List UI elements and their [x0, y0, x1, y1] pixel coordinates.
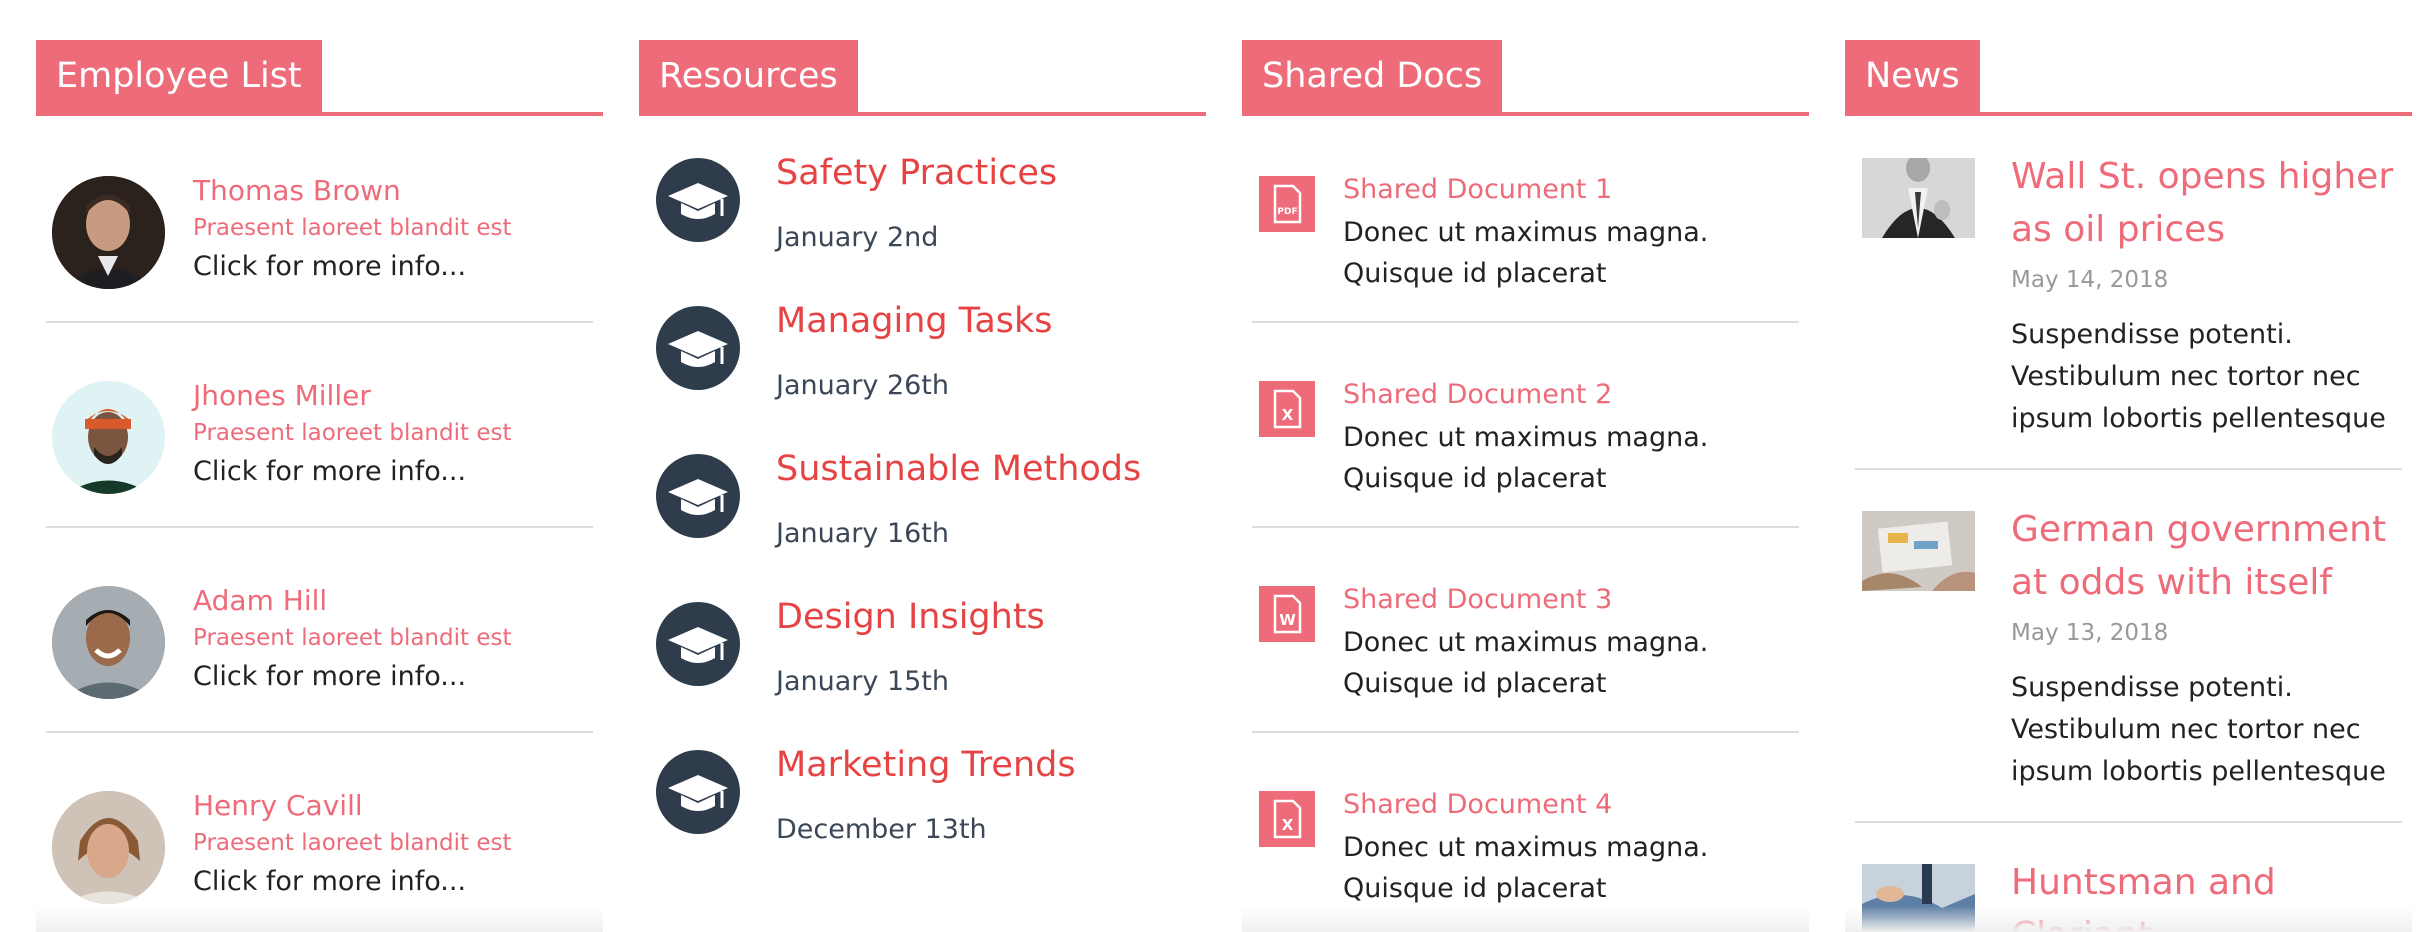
- panel-header: News: [1845, 40, 2412, 116]
- panel-header: Employee List: [36, 40, 603, 116]
- employee-subtitle: Praesent laoreet blandit est: [193, 830, 512, 856]
- employee-subtitle: Praesent laoreet blandit est: [193, 215, 512, 241]
- word-file-icon: W: [1259, 586, 1315, 642]
- avatar[interactable]: [52, 791, 165, 904]
- document-description: Donec ut maximus magna. Quisque id place…: [1343, 832, 1709, 904]
- resource-title[interactable]: Marketing Trends: [776, 745, 1076, 785]
- divider: [46, 321, 593, 323]
- news-panel: News Wall St. opens higher as oil prices…: [1845, 0, 2412, 932]
- avatar[interactable]: [52, 586, 165, 699]
- svg-text:X: X: [1282, 406, 1294, 424]
- resource-title[interactable]: Managing Tasks: [776, 301, 1053, 341]
- panel-title: Resources: [639, 40, 858, 112]
- employee-subtitle: Praesent laoreet blandit est: [193, 625, 512, 651]
- employee-name[interactable]: Henry Cavill: [193, 789, 363, 822]
- excel-file-icon: X: [1259, 381, 1315, 437]
- divider: [1252, 526, 1799, 528]
- document-title[interactable]: Shared Document 2: [1343, 379, 1612, 410]
- panel-title: News: [1845, 40, 1980, 112]
- resource-date: January 26th: [776, 370, 949, 401]
- news-title[interactable]: Wall St. opens higher as oil prices: [2011, 150, 2411, 256]
- resource-date: January 2nd: [776, 222, 939, 253]
- divider: [1252, 321, 1799, 323]
- svg-text:W: W: [1279, 611, 1296, 629]
- resources-panel: Resources Safety Practices January 2nd M…: [639, 0, 1206, 932]
- resource-date: January 16th: [776, 518, 949, 549]
- divider: [1855, 468, 2402, 470]
- document-description: Donec ut maximus magna. Quisque id place…: [1343, 422, 1709, 494]
- divider: [46, 731, 593, 733]
- graduation-cap-icon: [656, 750, 740, 834]
- news-body: Suspendisse potenti. Vestibulum nec tort…: [2011, 319, 2386, 434]
- divider: [46, 526, 593, 528]
- shared-docs-panel: Shared Docs PDF Shared Document 1 Donec …: [1242, 0, 1809, 932]
- document-title[interactable]: Shared Document 4: [1343, 789, 1612, 820]
- resource-title[interactable]: Safety Practices: [776, 153, 1057, 193]
- scroll-fade: [1242, 906, 1809, 932]
- resource-date: January 15th: [776, 666, 949, 697]
- more-info-link[interactable]: Click for more info...: [193, 866, 466, 897]
- news-title[interactable]: German government at odds with itself: [2011, 503, 2411, 609]
- news-thumbnail[interactable]: [1862, 158, 1975, 238]
- employee-name[interactable]: Thomas Brown: [193, 174, 401, 207]
- graduation-cap-icon: [656, 454, 740, 538]
- resource-title[interactable]: Sustainable Methods: [776, 449, 1141, 489]
- employee-name[interactable]: Jhones Miller: [193, 379, 371, 412]
- document-description: Donec ut maximus magna. Quisque id place…: [1343, 217, 1709, 289]
- panel-header: Resources: [639, 40, 1206, 116]
- resource-date: December 13th: [776, 814, 987, 845]
- document-description: Donec ut maximus magna. Quisque id place…: [1343, 627, 1709, 699]
- employee-subtitle: Praesent laoreet blandit est: [193, 420, 512, 446]
- news-date: May 13, 2018: [2011, 620, 2169, 646]
- news-thumbnail[interactable]: [1862, 511, 1975, 591]
- employee-list-panel: Employee List Thomas Brown Praesent laor…: [36, 0, 603, 932]
- graduation-cap-icon: [656, 602, 740, 686]
- divider: [1252, 731, 1799, 733]
- avatar[interactable]: [52, 176, 165, 289]
- avatar[interactable]: [52, 381, 165, 494]
- panel-title: Shared Docs: [1242, 40, 1503, 112]
- news-body: Suspendisse potenti. Vestibulum nec tort…: [2011, 672, 2386, 787]
- scroll-fade: [36, 906, 603, 932]
- employee-name[interactable]: Adam Hill: [193, 584, 327, 617]
- graduation-cap-icon: [656, 306, 740, 390]
- scroll-fade: [1845, 906, 2412, 932]
- excel-file-icon: X: [1259, 791, 1315, 847]
- document-title[interactable]: Shared Document 3: [1343, 584, 1612, 615]
- svg-text:PDF: PDF: [1277, 207, 1297, 217]
- more-info-link[interactable]: Click for more info...: [193, 251, 466, 282]
- more-info-link[interactable]: Click for more info...: [193, 661, 466, 692]
- document-title[interactable]: Shared Document 1: [1343, 174, 1612, 205]
- svg-text:X: X: [1282, 816, 1294, 834]
- pdf-file-icon: PDF: [1259, 176, 1315, 232]
- more-info-link[interactable]: Click for more info...: [193, 456, 466, 487]
- panel-header: Shared Docs: [1242, 40, 1809, 116]
- page: { "employee_list": { "title": "Employee …: [0, 0, 2432, 932]
- graduation-cap-icon: [656, 158, 740, 242]
- panel-title: Employee List: [36, 40, 322, 112]
- divider: [1855, 821, 2402, 823]
- resource-title[interactable]: Design Insights: [776, 597, 1045, 637]
- news-date: May 14, 2018: [2011, 267, 2169, 293]
